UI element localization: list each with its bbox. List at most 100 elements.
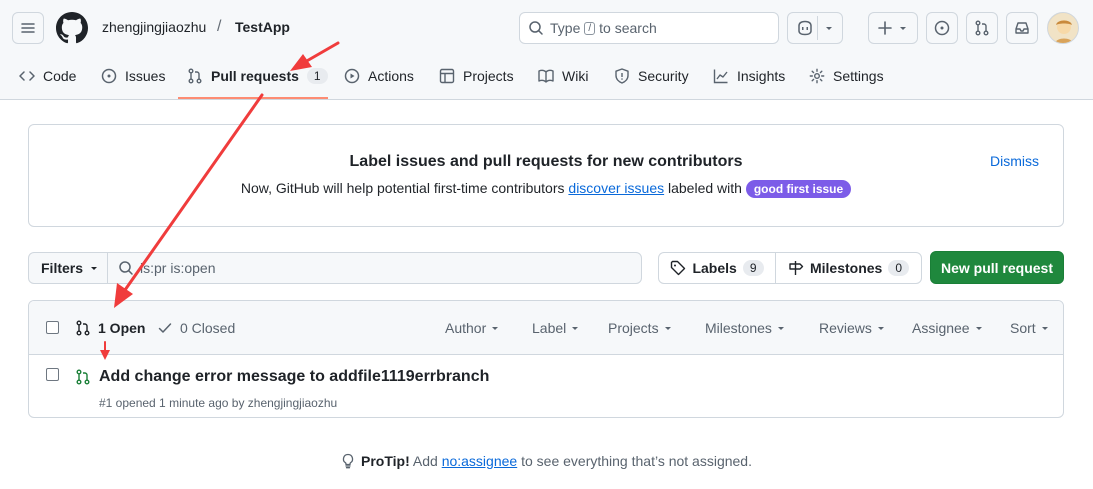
table-icon [439, 68, 455, 84]
tab-security-label: Security [638, 68, 689, 84]
new-pull-request-button[interactable]: New pull request [930, 251, 1064, 284]
protip-before: Add [412, 453, 438, 469]
filters-button[interactable]: Filters [28, 252, 108, 284]
new-contributors-banner: Label issues and pull requests for new c… [28, 124, 1064, 227]
repo-name-link[interactable]: TestApp [235, 19, 290, 35]
hamburger-icon [21, 23, 35, 33]
copilot-button[interactable] [787, 12, 843, 44]
tab-insights[interactable]: Insights [713, 60, 785, 92]
sort-filter[interactable]: Sort [1010, 320, 1050, 336]
banner-title: Label issues and pull requests for new c… [349, 153, 743, 170]
create-new-button[interactable] [868, 12, 918, 44]
label-filter[interactable]: Label [532, 320, 580, 336]
labels-label: Labels [692, 260, 737, 276]
good-first-issue-label[interactable]: good first issue [745, 180, 852, 198]
repo-owner-link[interactable]: zhengjingjiaozhu [102, 19, 206, 35]
light-bulb-icon [342, 453, 354, 469]
open-filter-link[interactable]: 1 Open [75, 320, 145, 336]
tab-wiki[interactable]: Wiki [538, 60, 588, 92]
active-tab-underline [178, 97, 328, 99]
search-icon [529, 21, 543, 35]
assignee-filter[interactable]: Assignee [912, 320, 984, 336]
graph-icon [713, 69, 728, 84]
plus-icon [878, 21, 892, 35]
search-prefix: Type [550, 20, 581, 36]
protip-label: ProTip! [361, 453, 410, 469]
menu-button[interactable] [12, 12, 44, 44]
search-icon [119, 261, 133, 275]
label-filter-label: Label [532, 320, 567, 336]
pull-request-list: 1 Open 0 Closed Author Label Projects Mi… [28, 300, 1064, 418]
copilot-icon [798, 20, 812, 36]
chevron-down-icon [91, 267, 98, 270]
inbox-button[interactable] [1006, 12, 1038, 44]
projects-filter-label: Projects [608, 320, 659, 336]
chevron-down-icon [826, 27, 832, 30]
tab-security[interactable]: Security [614, 60, 689, 92]
closed-filter-link[interactable]: 0 Closed [157, 320, 235, 336]
gear-icon [809, 68, 825, 84]
tab-wiki-label: Wiki [562, 68, 589, 84]
tab-issues-label: Issues [125, 68, 166, 84]
banner-text: Now, GitHub will help potential first-ti… [29, 180, 1063, 198]
pull-requests-button[interactable] [966, 12, 998, 44]
copilot-divider [817, 16, 818, 40]
tab-pull-requests[interactable]: Pull requests 1 [187, 60, 328, 92]
inbox-icon [1015, 22, 1029, 34]
search-shortcut-key: / [584, 21, 596, 35]
pr-title-link[interactable]: Add change error message to addfile1119e… [99, 368, 489, 386]
banner-text-before: Now, GitHub will help potential first-ti… [240, 180, 565, 196]
tab-code-label: Code [43, 68, 77, 84]
app-header: zhengjingjiaozhu / TestApp Type / to sea… [0, 0, 1093, 100]
filters-label: Filters [41, 260, 84, 276]
tab-projects-label: Projects [463, 68, 514, 84]
git-pull-request-icon [188, 68, 202, 84]
protip-after: to see everything that’s not assigned. [521, 453, 752, 469]
reviews-filter[interactable]: Reviews [819, 320, 886, 336]
tab-issues[interactable]: Issues [101, 60, 165, 92]
open-count: 1 Open [98, 320, 146, 336]
author-filter-label: Author [445, 320, 487, 336]
labels-count-badge: 9 [742, 260, 764, 276]
tab-pull-requests-label: Pull requests [211, 68, 299, 84]
reviews-filter-label: Reviews [819, 320, 872, 336]
avatar[interactable] [1047, 12, 1079, 44]
pr-select-checkbox[interactable] [46, 368, 59, 381]
milestones-filter-label: Milestones [705, 320, 772, 336]
dismiss-button[interactable]: Dismiss [990, 153, 1039, 169]
chevron-down-icon [664, 327, 671, 330]
tab-projects[interactable]: Projects [439, 60, 514, 92]
projects-filter[interactable]: Projects [608, 320, 673, 336]
assignee-filter-label: Assignee [912, 320, 970, 336]
filter-search-input[interactable]: is:pr is:open [107, 252, 642, 284]
github-logo-icon[interactable] [56, 12, 88, 44]
tab-actions[interactable]: Actions [344, 60, 414, 92]
author-filter[interactable]: Author [445, 320, 500, 336]
search-suffix: to search [599, 20, 657, 36]
chevron-down-icon [1041, 327, 1048, 330]
chevron-down-icon [777, 327, 784, 330]
shield-icon [615, 68, 629, 84]
filter-value: is:pr is:open [140, 260, 216, 276]
breadcrumb-separator: / [217, 18, 222, 35]
tab-code[interactable]: Code [19, 60, 76, 92]
milestones-label: Milestones [809, 260, 883, 276]
tab-settings[interactable]: Settings [809, 60, 884, 92]
milestones-filter[interactable]: Milestones [705, 320, 786, 336]
issues-button[interactable] [926, 12, 958, 44]
search-input[interactable]: Type / to search [519, 12, 779, 44]
discover-issues-link[interactable]: discover issues [568, 180, 664, 196]
milestone-icon [789, 261, 804, 275]
labels-button[interactable]: Labels 9 [658, 252, 776, 284]
tab-settings-label: Settings [833, 68, 884, 84]
no-assignee-link[interactable]: no:assignee [442, 453, 518, 469]
issue-opened-icon [101, 68, 117, 84]
git-pull-request-icon [975, 20, 989, 36]
select-all-checkbox[interactable] [46, 321, 59, 334]
chevron-down-icon [975, 327, 982, 330]
protip: ProTip! Add no:assignee to see everythin… [0, 453, 1093, 469]
milestones-button[interactable]: Milestones 0 [775, 252, 922, 284]
tab-insights-label: Insights [737, 68, 786, 84]
play-icon [344, 68, 360, 84]
chevron-down-icon [572, 327, 579, 330]
